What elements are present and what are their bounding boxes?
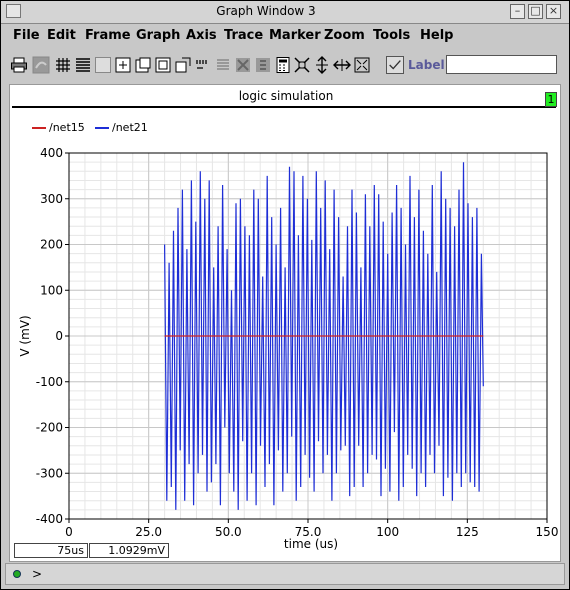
eye-icon[interactable] <box>214 56 232 74</box>
grid-icon[interactable] <box>54 56 72 74</box>
y-tick-label: -100 <box>36 375 63 389</box>
y-tick-label: 400 <box>40 146 63 160</box>
undo-icon[interactable] <box>32 56 50 74</box>
paste-icon[interactable] <box>254 56 272 74</box>
graph-window: Graph Window 3 – □ × File Edit Frame Gra… <box>0 0 570 590</box>
marker-icon[interactable] <box>194 56 212 74</box>
y-readout: 1.0929mV <box>89 543 169 558</box>
x-tick-label: 0 <box>65 525 73 539</box>
y-tick-label: -300 <box>36 466 63 480</box>
menu-graph[interactable]: Graph <box>136 28 180 43</box>
cut-icon[interactable] <box>234 56 252 74</box>
calculator-icon[interactable] <box>274 56 292 74</box>
label-caption: Label <box>408 58 445 72</box>
print-icon[interactable] <box>10 56 28 74</box>
x-readout: 75us <box>14 543 88 558</box>
y-tick-label: 200 <box>40 238 63 252</box>
command-line[interactable]: > <box>5 563 565 585</box>
zoom-out-icon[interactable] <box>154 56 172 74</box>
menu-bar: File Edit Frame Graph Axis Trace Marker … <box>1 25 569 47</box>
menu-help[interactable]: Help <box>420 28 453 43</box>
x-tick-label: 150 <box>536 525 559 539</box>
command-prompt: > <box>32 567 43 581</box>
menu-frame[interactable]: Frame <box>85 28 131 43</box>
close-button[interactable]: × <box>546 4 561 19</box>
vertical-fit-icon[interactable] <box>313 56 331 74</box>
maximize-button[interactable]: □ <box>528 4 543 19</box>
fullscreen-icon[interactable] <box>353 56 371 74</box>
x-axis-label: time (us) <box>284 537 338 551</box>
horizontal-fit-icon[interactable] <box>333 56 351 74</box>
window-title: Graph Window 3 <box>216 4 316 18</box>
zoom-in-icon[interactable] <box>134 56 152 74</box>
box-icon[interactable] <box>94 56 112 74</box>
strip-icon[interactable] <box>74 56 92 74</box>
zoom-fit-icon[interactable] <box>114 56 132 74</box>
x-tick-label: 100 <box>376 525 399 539</box>
label-checkbox[interactable] <box>386 56 404 74</box>
x-tick-label: 25.0 <box>135 525 162 539</box>
y-tick-label: 0 <box>55 329 63 343</box>
minimize-button[interactable]: – <box>510 4 525 19</box>
y-tick-label: 300 <box>40 192 63 206</box>
x-tick-label: 50.0 <box>215 525 242 539</box>
status-light-icon <box>13 570 21 578</box>
graph-panel[interactable]: logic simulation 1 /net15 /net21 0 25.0 50… <box>9 84 561 562</box>
y-tick-label: 100 <box>40 283 63 297</box>
menu-marker[interactable]: Marker <box>269 28 321 43</box>
x-tick-label: 125 <box>456 525 479 539</box>
title-bar: Graph Window 3 – □ × <box>1 1 569 24</box>
zoom-region-icon[interactable] <box>174 56 192 74</box>
menu-trace[interactable]: Trace <box>224 28 263 43</box>
menu-file[interactable]: File <box>13 28 40 43</box>
y-axis-label: V (mV) <box>18 315 32 356</box>
menu-zoom[interactable]: Zoom <box>324 28 365 43</box>
plot-area[interactable]: 0 25.0 50.0 75.0 100 125 1504003002001000-100-… <box>10 85 562 563</box>
y-tick-label: -400 <box>36 512 63 526</box>
y-tick-label: -200 <box>36 421 63 435</box>
menu-axis[interactable]: Axis <box>186 28 217 43</box>
fit-icon[interactable] <box>293 56 311 74</box>
menu-edit[interactable]: Edit <box>47 28 76 43</box>
menu-tools[interactable]: Tools <box>373 28 410 43</box>
label-input[interactable] <box>446 55 557 74</box>
